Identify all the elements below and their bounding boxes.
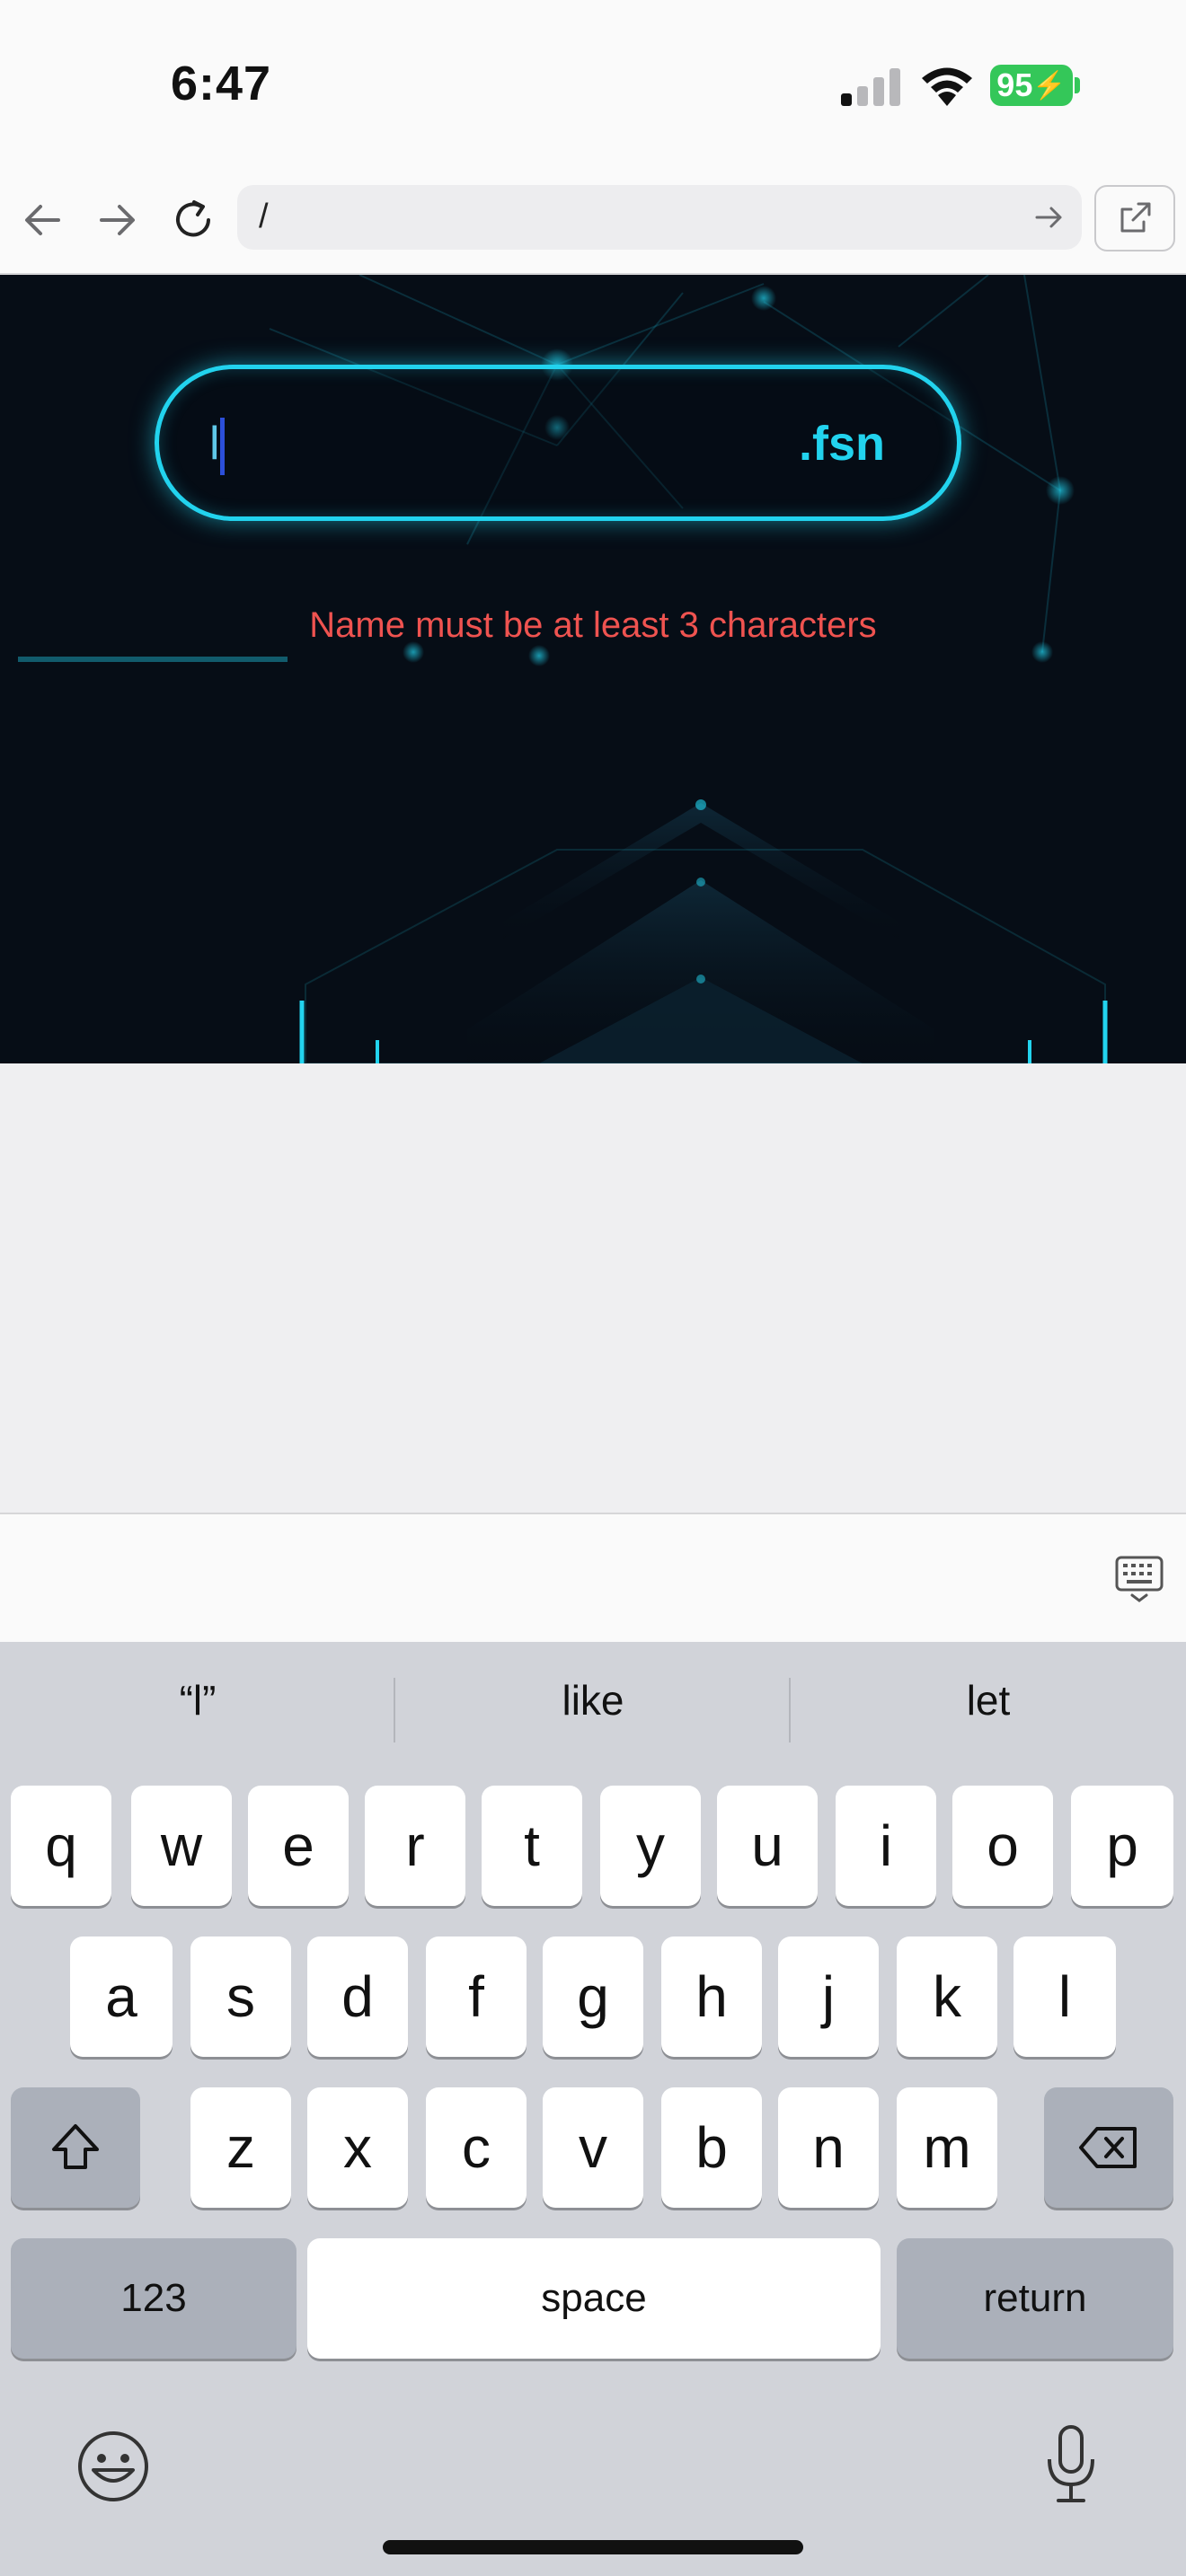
key-f[interactable]: f [426,1936,527,2057]
shift-icon [52,2124,99,2169]
key-e[interactable]: e [248,1786,349,1906]
backspace-icon [1079,2127,1137,2168]
suggestion-2[interactable]: like [395,1676,791,1725]
key-n[interactable]: n [778,2087,879,2208]
key-l[interactable]: l [1013,1936,1116,2057]
backspace-key[interactable] [1044,2087,1173,2208]
home-indicator[interactable] [383,2540,803,2554]
arrow-left-icon [25,205,60,235]
battery-indicator: 95 ⚡ [990,65,1073,106]
browser-toolbar: / [0,171,1186,275]
key-o[interactable]: o [952,1786,1053,1906]
validation-error: Name must be at least 3 characters [309,605,877,645]
key-b[interactable]: b [661,2087,762,2208]
charging-bolt-icon: ⚡ [1032,70,1067,101]
microphone-icon[interactable] [1044,2423,1098,2506]
key-v[interactable]: v [543,2087,643,2208]
key-d[interactable]: d [307,1936,408,2057]
go-arrow-icon[interactable] [1030,198,1069,237]
keyboard-accessory-bar [0,1514,1186,1642]
key-m[interactable]: m [897,2087,997,2208]
key-q[interactable]: q [11,1786,111,1906]
suggestion-3[interactable]: let [791,1676,1186,1725]
status-time: 6:47 [171,57,272,110]
key-u[interactable]: u [717,1786,818,1906]
key-g[interactable]: g [543,1936,643,2057]
name-input-container[interactable]: .fsn [155,365,961,521]
open-external-button[interactable] [1094,185,1175,251]
reload-icon [176,200,210,237]
key-y[interactable]: y [600,1786,701,1906]
key-a[interactable]: a [70,1936,173,2057]
key-x[interactable]: x [307,2087,408,2208]
key-p[interactable]: p [1071,1786,1173,1906]
domain-suffix: .fsn [798,417,885,471]
back-button[interactable] [11,189,74,251]
battery-tip [1075,77,1080,93]
shift-key[interactable] [11,2087,140,2208]
status-bar: 6:47 95 ⚡ [0,0,1186,171]
reload-button[interactable] [162,189,225,251]
text-caret [220,418,225,475]
key-k[interactable]: k [897,1936,997,2057]
numbers-key[interactable]: 123 [11,2238,296,2359]
key-w[interactable]: w [131,1786,232,1906]
emoji-icon[interactable] [75,2429,151,2504]
return-key[interactable]: return [897,2238,1173,2359]
keyboard-dismiss-icon[interactable] [1114,1554,1164,1604]
url-text: / [259,198,269,235]
key-h[interactable]: h [661,1936,762,2057]
external-link-icon [1120,202,1151,233]
key-j[interactable]: j [778,1936,879,2057]
key-i[interactable]: i [836,1786,936,1906]
web-content: .fsn Name must be at least 3 characters [0,275,1186,1063]
onscreen-keyboard: “l” like let q w e r t y u i o p a s d f… [0,1642,1186,2576]
name-input[interactable] [209,412,712,475]
key-c[interactable]: c [426,2087,527,2208]
arrow-right-icon [100,205,135,235]
page-blank-area [0,1063,1186,1514]
key-t[interactable]: t [482,1786,582,1906]
wifi-icon [922,67,972,106]
battery-level: 95 [996,66,1033,103]
suggestion-bar: “l” like let [0,1642,1186,1777]
forward-button[interactable] [86,189,149,251]
cellular-signal-icon [841,68,900,106]
space-key[interactable]: space [307,2238,881,2359]
address-bar[interactable]: / [237,185,1082,250]
key-z[interactable]: z [190,2087,291,2208]
suggestion-1[interactable]: “l” [0,1676,395,1725]
key-r[interactable]: r [365,1786,465,1906]
key-s[interactable]: s [190,1936,291,2057]
